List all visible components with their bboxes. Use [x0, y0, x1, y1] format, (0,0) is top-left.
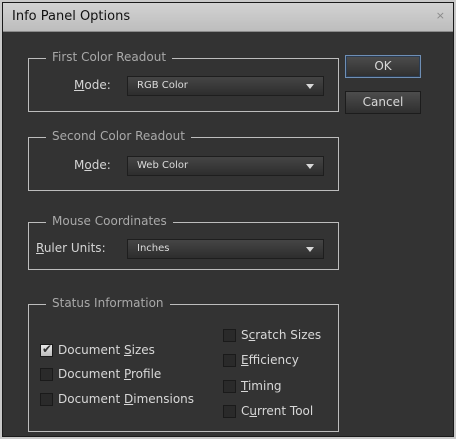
ok-button[interactable]: OK [345, 55, 421, 78]
timing-label[interactable]: Timing [241, 379, 282, 393]
status-information-legend: Status Information [46, 296, 170, 310]
chevron-down-icon [306, 84, 314, 89]
dialog-content: First Color Readout Mode: RGB Color Seco… [3, 32, 453, 436]
document-dimensions-label[interactable]: Document Dimensions [58, 392, 194, 406]
document-profile-checkbox[interactable] [40, 368, 53, 381]
close-icon[interactable]: × [436, 9, 445, 22]
second-mode-value: Web Color [137, 160, 189, 171]
second-color-readout-legend: Second Color Readout [46, 129, 191, 143]
first-color-readout-group: First Color Readout Mode: RGB Color [28, 50, 339, 112]
scratch-sizes-checkbox[interactable] [223, 329, 236, 342]
second-mode-label: Mode: [74, 158, 111, 172]
first-mode-select[interactable]: RGB Color [127, 76, 324, 96]
checkmark-icon: ✔ [42, 342, 53, 356]
info-panel-options-dialog: Info Panel Options × First Color Readout… [2, 2, 454, 437]
chevron-down-icon [306, 247, 314, 252]
document-sizes-checkbox[interactable]: ✔ [40, 342, 53, 357]
mouse-coordinates-group: Mouse Coordinates Ruler Units: Inches [28, 214, 339, 270]
chevron-down-icon [306, 164, 314, 169]
ruler-units-select[interactable]: Inches [127, 239, 324, 259]
mouse-coordinates-legend: Mouse Coordinates [46, 214, 173, 228]
document-dimensions-checkbox[interactable] [40, 393, 53, 406]
document-profile-label[interactable]: Document Profile [58, 367, 161, 381]
current-tool-label[interactable]: Current Tool [241, 404, 313, 418]
cancel-button[interactable]: Cancel [345, 91, 421, 114]
document-sizes-label[interactable]: Document Sizes [58, 343, 155, 357]
efficiency-label[interactable]: Efficiency [241, 353, 299, 367]
efficiency-checkbox[interactable] [223, 354, 236, 367]
timing-checkbox[interactable] [223, 380, 236, 393]
title-bar[interactable]: Info Panel Options × [3, 3, 453, 32]
dialog-title: Info Panel Options [12, 9, 131, 24]
second-color-readout-group: Second Color Readout Mode: Web Color [28, 129, 339, 191]
first-mode-value: RGB Color [137, 80, 188, 91]
first-color-readout-legend: First Color Readout [46, 50, 173, 64]
current-tool-checkbox[interactable] [223, 405, 236, 418]
status-information-group: Status Information ✔ Document Sizes Docu… [28, 296, 339, 432]
scratch-sizes-label[interactable]: Scratch Sizes [241, 328, 321, 342]
ruler-units-value: Inches [137, 243, 170, 254]
first-mode-label: Mode: [74, 78, 111, 92]
second-mode-select[interactable]: Web Color [127, 156, 324, 176]
ruler-units-label: Ruler Units: [36, 241, 106, 255]
